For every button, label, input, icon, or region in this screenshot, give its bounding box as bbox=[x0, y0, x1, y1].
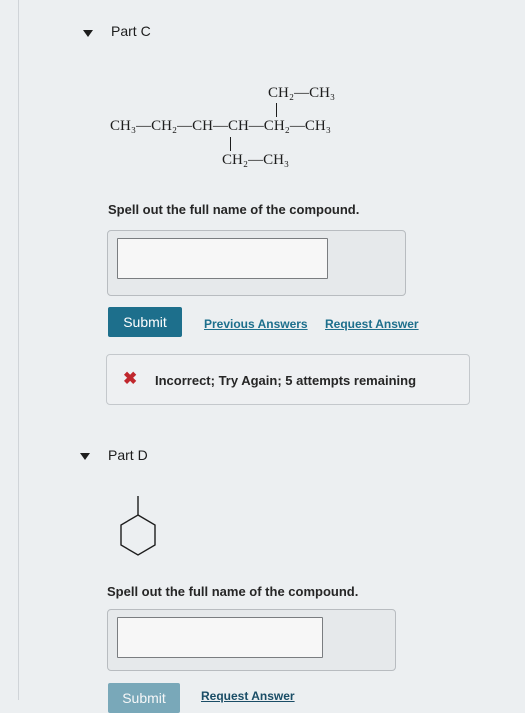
part-d-prompt: Spell out the full name of the compound. bbox=[107, 584, 359, 599]
part-d-answer-area bbox=[107, 609, 396, 671]
x-icon: ✖ bbox=[123, 369, 138, 388]
methylcyclohexane-skeletal-structure bbox=[120, 496, 156, 556]
top-branch-bond bbox=[276, 103, 277, 117]
previous-answers-link[interactable]: Previous Answers bbox=[204, 317, 308, 331]
part-c-answer-input[interactable] bbox=[117, 238, 328, 279]
request-answer-link-c[interactable]: Request Answer bbox=[325, 317, 419, 331]
collapse-part-c-icon[interactable] bbox=[83, 30, 93, 37]
part-c-submit-button[interactable]: Submit bbox=[108, 307, 182, 337]
top-branch-text: CH₂—CH₃ bbox=[268, 85, 336, 101]
part-d-answer-input[interactable] bbox=[117, 617, 323, 658]
part-c-title: Part C bbox=[111, 23, 151, 39]
bottom-branch-text: CH₂—CH₃ bbox=[222, 152, 290, 168]
part-d-title: Part D bbox=[108, 447, 148, 463]
collapse-part-d-icon[interactable] bbox=[80, 453, 90, 460]
bottom-branch-bond bbox=[230, 137, 231, 151]
cyclohexane-ring bbox=[120, 514, 156, 556]
page-left-border bbox=[18, 0, 19, 700]
part-c-feedback: ✖ Incorrect; Try Again; 5 attempts remai… bbox=[106, 354, 470, 405]
request-answer-link-d[interactable]: Request Answer bbox=[201, 689, 295, 703]
part-c-prompt: Spell out the full name of the compound. bbox=[108, 202, 360, 217]
part-c-answer-area bbox=[107, 230, 406, 296]
feedback-text: Incorrect; Try Again; 5 attempts remaini… bbox=[155, 373, 417, 388]
main-chain-text: CH₃—CH₂—CH—CH—CH₂—CH₃ bbox=[110, 118, 331, 134]
part-d-submit-button[interactable]: Submit bbox=[108, 683, 180, 713]
